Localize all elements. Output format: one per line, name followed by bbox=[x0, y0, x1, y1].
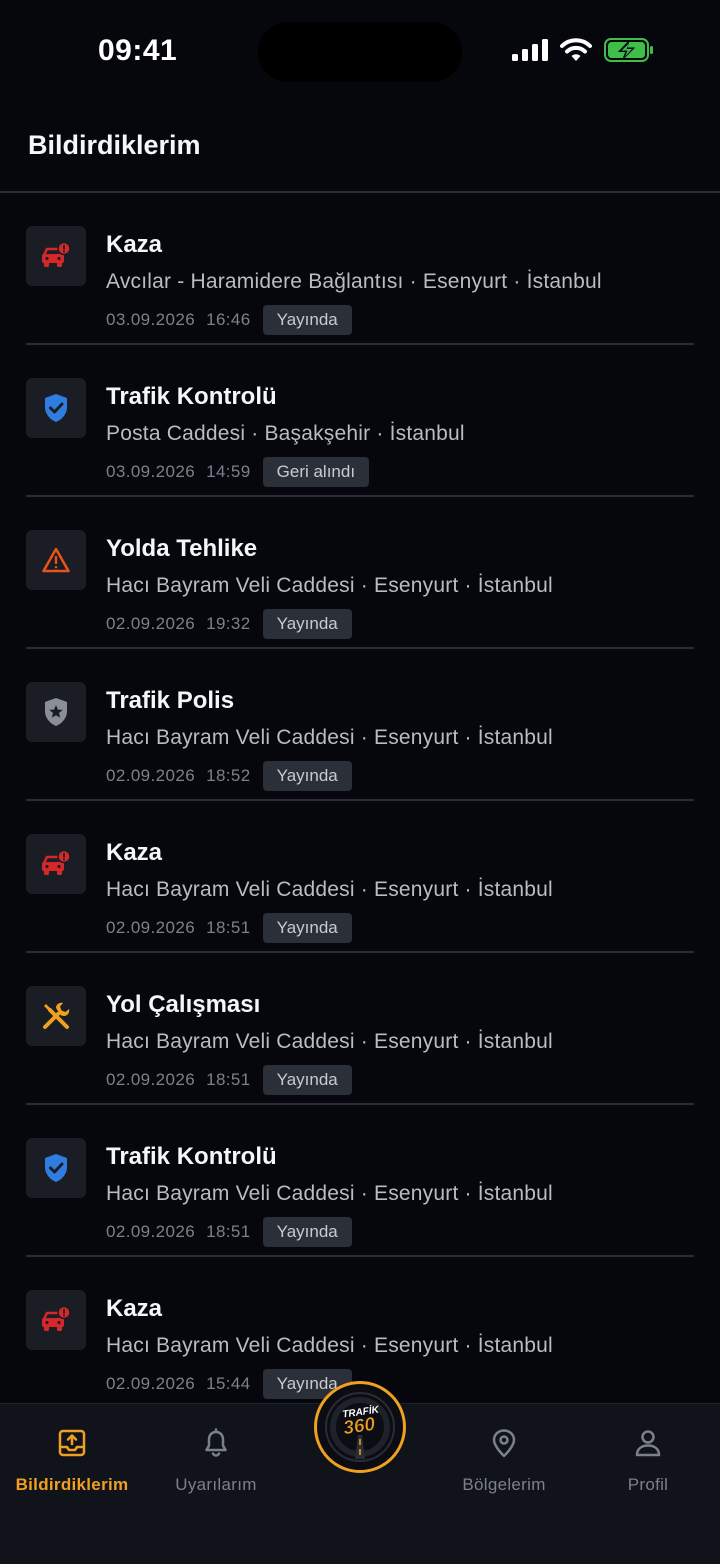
report-meta: 02.09.2026 18:52 Yayında bbox=[106, 761, 352, 791]
report-time: 14:59 bbox=[206, 462, 251, 481]
report-meta: 03.09.2026 14:59 Geri alındı bbox=[106, 457, 370, 487]
report-time: 18:52 bbox=[206, 766, 251, 785]
report-time: 16:46 bbox=[206, 310, 251, 329]
report-date: 02.09.2026 bbox=[106, 766, 196, 785]
logo-number: 360 bbox=[342, 1414, 377, 1439]
accident-icon bbox=[26, 1290, 86, 1350]
report-meta: 02.09.2026 15:44 Yayında bbox=[106, 1369, 352, 1399]
report-item[interactable]: Trafik Kontrolü Posta Caddesi · Başakşeh… bbox=[26, 345, 694, 497]
tab-profil[interactable]: Profil bbox=[576, 1428, 720, 1495]
report-date: 03.09.2026 bbox=[106, 310, 196, 329]
report-item[interactable]: Trafik Kontrolü Hacı Bayram Veli Caddesi… bbox=[26, 1105, 694, 1257]
status-badge: Yayında bbox=[262, 1217, 352, 1247]
report-title: Kaza bbox=[106, 1295, 163, 1322]
shield-check-icon bbox=[26, 378, 86, 438]
map-pin-icon bbox=[489, 1428, 519, 1463]
report-time: 19:32 bbox=[206, 614, 251, 633]
report-address: Hacı Bayram Veli Caddesi · Esenyurt · İs… bbox=[106, 878, 553, 901]
tab-uyarilarim[interactable]: Uyarılarım bbox=[144, 1428, 288, 1495]
report-meta: 02.09.2026 18:51 Yayında bbox=[106, 1065, 352, 1095]
report-list[interactable]: Kaza Avcılar - Haramidere Bağlantısı · E… bbox=[26, 193, 694, 1403]
report-meta: 02.09.2026 19:32 Yayında bbox=[106, 609, 352, 639]
status-bar: 09:41 bbox=[0, 0, 720, 100]
status-badge: Yayında bbox=[262, 761, 352, 791]
report-address: Hacı Bayram Veli Caddesi · Esenyurt · İs… bbox=[106, 1030, 553, 1053]
status-badge: Geri alındı bbox=[262, 457, 370, 487]
report-item[interactable]: Kaza Avcılar - Haramidere Bağlantısı · E… bbox=[26, 193, 694, 345]
shield-check-icon bbox=[26, 1138, 86, 1198]
accident-icon bbox=[26, 834, 86, 894]
report-date: 02.09.2026 bbox=[106, 1374, 196, 1393]
report-time: 18:51 bbox=[206, 1222, 251, 1241]
status-badge: Yayında bbox=[262, 1065, 352, 1095]
report-item[interactable]: Trafik Polis Hacı Bayram Veli Caddesi · … bbox=[26, 649, 694, 801]
report-title: Yol Çalışması bbox=[106, 991, 261, 1018]
warning-triangle-icon bbox=[26, 530, 86, 590]
report-time: 18:51 bbox=[206, 918, 251, 937]
report-time: 15:44 bbox=[206, 1374, 251, 1393]
report-title: Yolda Tehlike bbox=[106, 535, 258, 562]
report-item[interactable]: Kaza Hacı Bayram Veli Caddesi · Esenyurt… bbox=[26, 801, 694, 953]
report-item[interactable]: Yol Çalışması Hacı Bayram Veli Caddesi ·… bbox=[26, 953, 694, 1105]
signal-icon bbox=[512, 39, 548, 66]
report-date: 02.09.2026 bbox=[106, 1222, 196, 1241]
report-title: Trafik Kontrolü bbox=[106, 383, 277, 410]
report-meta: 02.09.2026 18:51 Yayında bbox=[106, 1217, 352, 1247]
bell-icon bbox=[201, 1428, 231, 1463]
report-title: Kaza bbox=[106, 231, 163, 258]
report-address: Hacı Bayram Veli Caddesi · Esenyurt · İs… bbox=[106, 1182, 553, 1205]
tab-bolgelerim[interactable]: Bölgelerim bbox=[432, 1428, 576, 1495]
page-title: Bildirdiklerim bbox=[28, 130, 201, 160]
tools-icon bbox=[26, 986, 86, 1046]
report-date: 03.09.2026 bbox=[106, 462, 196, 481]
tab-label: Bildirdiklerim bbox=[15, 1475, 129, 1494]
police-badge-icon bbox=[26, 682, 86, 742]
tab-label: Profil bbox=[627, 1475, 669, 1494]
accident-icon bbox=[26, 226, 86, 286]
report-title: Trafik Polis bbox=[106, 687, 235, 714]
tab-label: Bölgelerim bbox=[462, 1475, 546, 1494]
tab-bildirdiklerim[interactable]: Bildirdiklerim bbox=[0, 1428, 144, 1495]
camera-notch bbox=[258, 22, 462, 82]
status-icons bbox=[512, 38, 654, 67]
report-item[interactable]: Yolda Tehlike Hacı Bayram Veli Caddesi ·… bbox=[26, 497, 694, 649]
trafik-360-logo: TRAFİK 360 bbox=[325, 1392, 395, 1462]
report-date: 02.09.2026 bbox=[106, 1070, 196, 1089]
upload-tray-icon bbox=[57, 1428, 87, 1463]
report-meta: 03.09.2026 16:46 Yayında bbox=[106, 305, 352, 335]
person-icon bbox=[633, 1428, 663, 1463]
report-time: 18:51 bbox=[206, 1070, 251, 1089]
status-badge: Yayında bbox=[262, 305, 352, 335]
status-time: 09:41 bbox=[98, 34, 178, 67]
status-badge: Yayında bbox=[262, 609, 352, 639]
report-date: 02.09.2026 bbox=[106, 918, 196, 937]
trafik-360-button[interactable]: TRAFİK 360 bbox=[314, 1381, 406, 1473]
battery-charging-icon bbox=[604, 38, 654, 67]
report-title: Kaza bbox=[106, 839, 163, 866]
report-meta: 02.09.2026 18:51 Yayında bbox=[106, 913, 352, 943]
status-badge: Yayında bbox=[262, 913, 352, 943]
report-title: Trafik Kontrolü bbox=[106, 1143, 277, 1170]
tab-label: Uyarılarım bbox=[175, 1475, 257, 1494]
report-address: Posta Caddesi · Başakşehir · İstanbul bbox=[106, 422, 465, 445]
wifi-icon bbox=[560, 38, 592, 67]
report-date: 02.09.2026 bbox=[106, 614, 196, 633]
report-address: Avcılar - Haramidere Bağlantısı · Esenyu… bbox=[106, 270, 602, 293]
report-address: Hacı Bayram Veli Caddesi · Esenyurt · İs… bbox=[106, 1334, 553, 1357]
report-address: Hacı Bayram Veli Caddesi · Esenyurt · İs… bbox=[106, 574, 553, 597]
report-address: Hacı Bayram Veli Caddesi · Esenyurt · İs… bbox=[106, 726, 553, 749]
